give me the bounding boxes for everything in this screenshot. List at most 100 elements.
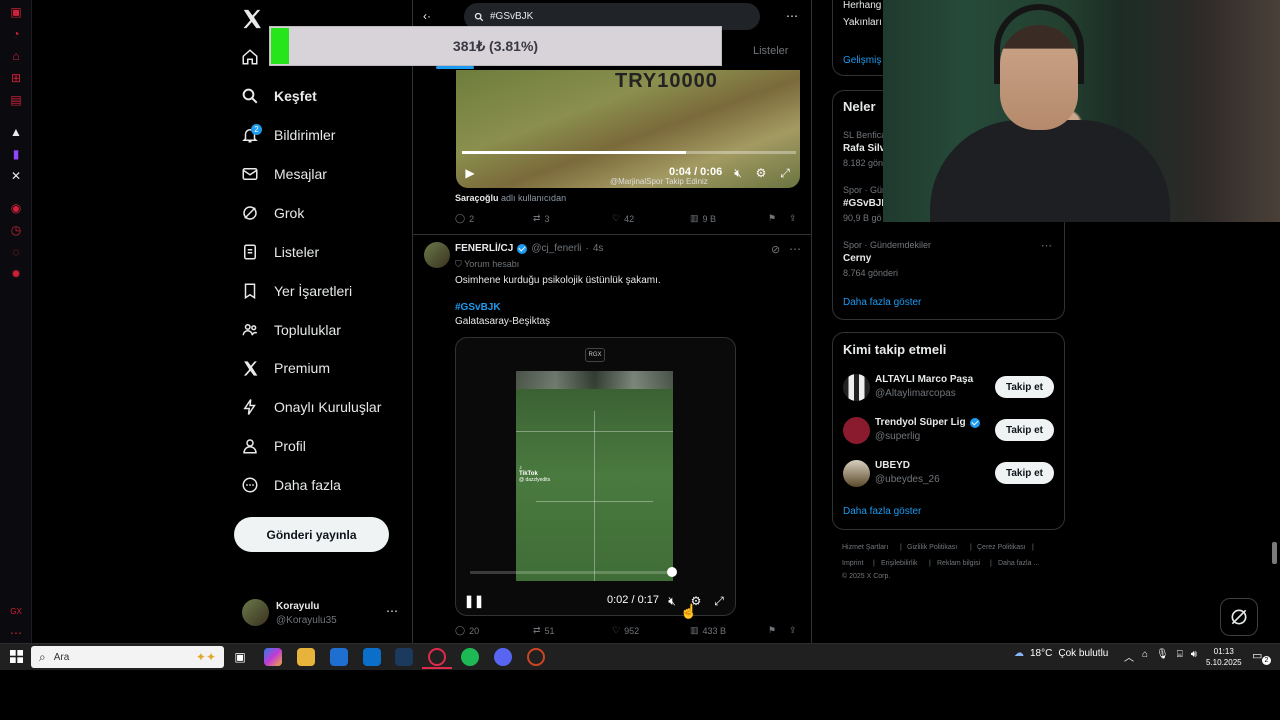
grok-explain-icon[interactable]: ⊘ — [771, 243, 780, 256]
avatar[interactable] — [843, 374, 870, 401]
app-icon[interactable] — [527, 648, 545, 666]
who-name[interactable]: ALTAYLI Marco Paşa — [875, 374, 973, 385]
bookmark-button[interactable]: ⚑ — [768, 625, 776, 636]
file-explorer-icon[interactable] — [297, 648, 315, 666]
spotify-icon[interactable] — [461, 648, 479, 666]
like-button[interactable]: ♡ 952 — [612, 625, 639, 636]
footer-link[interactable]: Imprint — [842, 560, 863, 567]
account-switcher[interactable]: Korayulu @Korayulu35 ⋯ — [242, 598, 402, 630]
opera-clock-icon[interactable]: ◷ — [9, 223, 23, 237]
avatar[interactable] — [843, 417, 870, 444]
footer-link[interactable]: Çerez Politikası — [977, 544, 1026, 551]
nav-lists[interactable]: Listeler — [240, 237, 319, 267]
follow-button[interactable]: Takip et — [995, 419, 1054, 441]
mute-icon[interactable]: 🔇︎ — [665, 594, 679, 608]
tweet-more-icon[interactable]: ⋯ — [789, 242, 801, 256]
nav-grok[interactable]: Grok — [240, 198, 304, 228]
trend-item[interactable]: Cerny — [843, 253, 871, 264]
video-progress-track[interactable] — [470, 571, 670, 574]
share-button[interactable]: ⇪ — [789, 625, 797, 636]
steam-icon[interactable] — [395, 648, 413, 666]
trend-more-icon[interactable]: ⋯ — [1041, 239, 1052, 252]
store-icon[interactable] — [330, 648, 348, 666]
gear-icon[interactable]: ⚙ — [754, 166, 768, 180]
opera-history-icon[interactable]: ◔ — [9, 27, 23, 41]
x-sidebar-icon[interactable]: ✕ — [9, 169, 23, 183]
views-button[interactable]: ▥ 433 B — [690, 625, 726, 636]
video-scrub-handle[interactable] — [667, 567, 677, 577]
volume-icon[interactable]: 🔊︎ — [1191, 649, 1197, 664]
retweet-button[interactable]: ⇄ 51 — [533, 625, 555, 636]
video-attribution[interactable]: Saraçoğlu adlı kullanıcıdan — [455, 193, 566, 203]
reply-button[interactable]: ◯ 2 — [455, 213, 474, 224]
bookmark-button[interactable]: ⚑ — [768, 213, 776, 224]
opera-mail-icon[interactable]: ▤ — [9, 93, 23, 107]
opera-settings-icon[interactable]: ✹ — [9, 267, 23, 281]
discord-icon[interactable] — [494, 648, 512, 666]
nav-explore[interactable]: Keşfet — [240, 81, 317, 111]
nav-messages[interactable]: Mesajlar — [240, 159, 327, 189]
windows-start-icon[interactable] — [10, 650, 23, 663]
avatar[interactable] — [843, 460, 870, 487]
taskbar-search[interactable]: ⌕ Ara ✦✦ — [31, 646, 224, 668]
trend-item[interactable]: Rafa Silv — [843, 143, 885, 154]
tweet2-author[interactable]: FENERLİ/CJ — [455, 243, 513, 254]
who-name[interactable]: UBEYD — [875, 460, 910, 471]
mute-icon[interactable]: 🔇︎ — [731, 166, 745, 180]
nav-more[interactable]: Daha fazla — [240, 470, 341, 500]
search-more-icon[interactable]: ⋯ — [786, 9, 798, 23]
opera-aria-icon[interactable]: ▲ — [9, 125, 23, 139]
opera-player-icon[interactable]: ◉ — [9, 201, 23, 215]
opera-more-icon[interactable]: ⋯ — [9, 626, 23, 640]
opera-speed-icon[interactable]: ⊞ — [9, 71, 23, 85]
back-arrow-icon[interactable]: ‹· — [423, 9, 431, 23]
weather-widget[interactable]: ☁ 18°C Çok bulutlu — [1014, 648, 1108, 659]
who-show-more[interactable]: Daha fazla göster — [843, 506, 921, 517]
outlook-icon[interactable] — [363, 648, 381, 666]
tweet2-time[interactable]: 4s — [593, 243, 604, 254]
mic-icon[interactable]: 🎙︎ — [1156, 649, 1169, 664]
nav-premium[interactable]: Premium — [240, 353, 330, 383]
who-name-row[interactable]: Trendyol Süper Lig — [875, 417, 980, 428]
scrollbar-thumb[interactable] — [1272, 542, 1277, 564]
share-button[interactable]: ⇪ — [789, 213, 797, 224]
twitch-icon[interactable]: ▮ — [9, 147, 23, 161]
opera-gx-taskbar-icon[interactable] — [428, 648, 446, 666]
reply-button[interactable]: ◯ 20 — [455, 625, 479, 636]
footer-link[interactable]: Hizmet Şartları — [842, 544, 888, 551]
follow-button[interactable]: Takip et — [995, 376, 1054, 398]
trends-show-more[interactable]: Daha fazla göster — [843, 297, 921, 308]
footer-link[interactable]: Erişilebilirlik — [881, 560, 918, 567]
notification-center-icon[interactable]: ▭ — [1252, 649, 1262, 662]
system-tray[interactable]: ︿ ⌂ 🎙︎ ⌸ 🔊︎ — [1124, 649, 1197, 664]
footer-link[interactable]: Gizlilik Politikası — [907, 544, 957, 551]
advanced-search-link[interactable]: Gelişmiş — [843, 55, 881, 66]
trend-item[interactable]: #GSvBJI — [843, 198, 884, 209]
footer-link[interactable]: Daha fazla ... — [998, 560, 1039, 567]
nav-bookmarks[interactable]: Yer İşaretleri — [240, 276, 352, 306]
nav-verified-orgs[interactable]: Onaylı Kuruluşlar — [240, 392, 381, 422]
monitor-icon[interactable]: ⌂ — [1142, 649, 1148, 664]
follow-button[interactable]: Takip et — [995, 462, 1054, 484]
clock[interactable]: 01:13 5.10.2025 — [1206, 646, 1242, 668]
chevron-up-icon[interactable]: ︿ — [1124, 649, 1134, 664]
like-button[interactable]: ♡ 42 — [612, 213, 634, 224]
task-view-icon[interactable]: ▣ — [231, 648, 249, 666]
opera-bag-icon[interactable]: ⌂ — [9, 49, 23, 63]
footer-link[interactable]: Reklam bilgisi — [937, 560, 980, 567]
nav-profile[interactable]: Profil — [240, 431, 306, 461]
x-logo-icon[interactable] — [241, 8, 263, 30]
pause-icon[interactable]: ❚❚ — [464, 594, 484, 608]
copilot-icon[interactable] — [264, 648, 282, 666]
retweet-button[interactable]: ⇄ 3 — [533, 213, 550, 224]
tab-lists[interactable]: Listeler — [753, 45, 788, 57]
tweet2-handle[interactable]: @cj_fenerli — [531, 243, 581, 254]
grok-float-button[interactable] — [1220, 598, 1258, 636]
avatar[interactable] — [424, 242, 450, 268]
network-icon[interactable]: ⌸ — [1177, 649, 1183, 664]
post-button[interactable]: Gönderi yayınla — [234, 517, 389, 552]
views-button[interactable]: ▥ 9 B — [690, 213, 716, 224]
opera-chat-icon[interactable]: ◌ — [9, 245, 23, 259]
fullscreen-icon[interactable]: ⤢ — [712, 594, 726, 608]
play-icon[interactable]: ▶ — [463, 166, 477, 180]
